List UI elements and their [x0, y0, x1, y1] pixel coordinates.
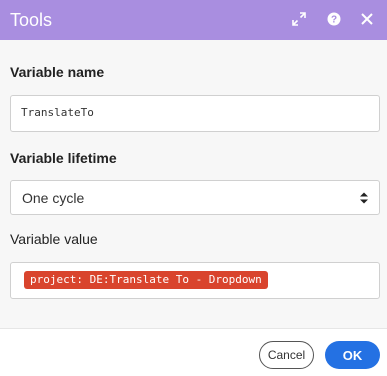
close-icon[interactable] — [357, 9, 377, 29]
dialog-title: Tools — [10, 9, 53, 30]
variable-name-field[interactable]: TranslateTo — [10, 95, 380, 132]
dialog-header: Tools ? — [0, 0, 387, 40]
expand-icon[interactable] — [289, 9, 309, 29]
variable-value-label: Variable value — [10, 231, 98, 247]
variable-name-label: Variable name — [10, 64, 105, 80]
variable-value-token[interactable]: project: DE:Translate To - Dropdown — [24, 271, 268, 289]
variable-lifetime-select[interactable]: One cycle — [10, 180, 380, 215]
variable-lifetime-value: One cycle — [22, 189, 85, 206]
svg-text:?: ? — [331, 15, 337, 26]
ok-button[interactable]: OK — [325, 341, 380, 369]
cancel-button[interactable]: Cancel — [259, 341, 314, 369]
dialog-footer: Cancel OK — [0, 328, 387, 376]
dialog-body: Variable name TranslateTo Variable lifet… — [0, 40, 387, 328]
variable-lifetime-label: Variable lifetime — [10, 150, 117, 166]
variable-value-field[interactable]: project: DE:Translate To - Dropdown — [10, 262, 380, 299]
select-arrows-icon — [360, 192, 368, 204]
tools-dialog: Tools ? Variable name TranslateTo Variab… — [0, 0, 387, 376]
variable-name-value: TranslateTo — [21, 106, 94, 119]
help-icon[interactable]: ? — [324, 9, 344, 29]
